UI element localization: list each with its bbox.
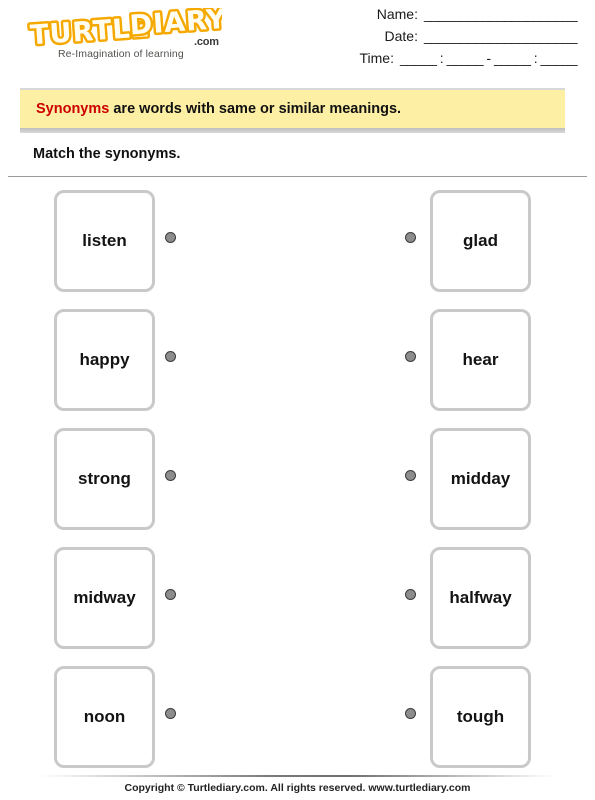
right-word-label: glad <box>463 231 498 250</box>
right-word-box[interactable]: tough <box>430 666 531 768</box>
left-word-box[interactable]: midway <box>54 547 155 649</box>
footer-divider <box>40 775 555 777</box>
left-word-label: strong <box>78 469 131 488</box>
left-connector-dot[interactable] <box>165 351 176 362</box>
left-word-label: noon <box>83 707 126 726</box>
turtle-diary-logo-icon: TURTLE TURTLE DIARY DIARY <box>27 8 222 50</box>
footer-copyright: Copyright © Turtlediary.com. All rights … <box>124 782 471 794</box>
date-field-row: Date: _____________________ <box>297 28 578 50</box>
definition-keyword: Synonyms <box>36 101 110 117</box>
left-connector-dot[interactable] <box>165 470 176 481</box>
definition-banner: Synonyms are words with same or similar … <box>20 88 565 133</box>
worksheet-meta-fields: Name: _____________________ Date: ______… <box>297 6 578 72</box>
left-word-box[interactable]: noon <box>54 666 155 768</box>
logo-dotcom: .com <box>194 36 219 48</box>
right-word-label: midday <box>450 469 511 488</box>
left-connector-dot[interactable] <box>165 232 176 243</box>
logo-tagline: Re-Imagination of learning <box>58 48 184 60</box>
page-header: TURTLE TURTLE DIARY DIARY .com Re-Imagin… <box>0 0 595 82</box>
match-exercise-area: listen glad happy hear strong midday mid… <box>0 182 595 777</box>
instruction-text: Match the synonyms. <box>33 146 181 162</box>
match-row: happy hear <box>0 301 595 420</box>
right-word-label: hear <box>462 350 499 369</box>
left-word-box[interactable]: listen <box>54 190 155 292</box>
match-row: strong midday <box>0 420 595 539</box>
instruction-divider <box>8 176 587 177</box>
left-connector-dot[interactable] <box>165 589 176 600</box>
left-word-label: listen <box>82 231 127 250</box>
date-field-label: Date: <box>384 28 418 44</box>
site-logo[interactable]: TURTLE TURTLE DIARY DIARY .com Re-Imagin… <box>22 8 232 60</box>
right-word-box[interactable]: glad <box>430 190 531 292</box>
right-connector-dot[interactable] <box>405 232 416 243</box>
right-connector-dot[interactable] <box>405 351 416 362</box>
right-word-label: halfway <box>449 588 512 607</box>
right-word-box[interactable]: halfway <box>430 547 531 649</box>
time-field-label: Time: <box>359 50 394 66</box>
time-field-row: Time: _____ : _____ - _____ : _____ <box>297 50 578 72</box>
date-field-blank[interactable]: _____________________ <box>424 28 578 44</box>
left-connector-dot[interactable] <box>165 708 176 719</box>
banner-shadow-divider <box>20 128 565 133</box>
left-word-label: midway <box>73 588 136 607</box>
left-word-label: happy <box>79 350 130 369</box>
name-field-row: Name: _____________________ <box>297 6 578 28</box>
name-field-blank[interactable]: _____________________ <box>424 6 578 22</box>
right-word-label: tough <box>456 707 505 726</box>
match-row: listen glad <box>0 182 595 301</box>
match-row: midway halfway <box>0 539 595 658</box>
definition-sentence: are words with same or similar meanings. <box>109 101 402 117</box>
left-word-box[interactable]: strong <box>54 428 155 530</box>
match-row: noon tough <box>0 658 595 777</box>
definition-banner-text: Synonyms are words with same or similar … <box>20 88 565 128</box>
right-connector-dot[interactable] <box>405 589 416 600</box>
right-word-box[interactable]: hear <box>430 309 531 411</box>
left-word-box[interactable]: happy <box>54 309 155 411</box>
right-connector-dot[interactable] <box>405 708 416 719</box>
time-field-blank[interactable]: _____ : _____ - _____ : _____ <box>400 50 578 66</box>
name-field-label: Name: <box>376 6 418 22</box>
right-connector-dot[interactable] <box>405 470 416 481</box>
right-word-box[interactable]: midday <box>430 428 531 530</box>
